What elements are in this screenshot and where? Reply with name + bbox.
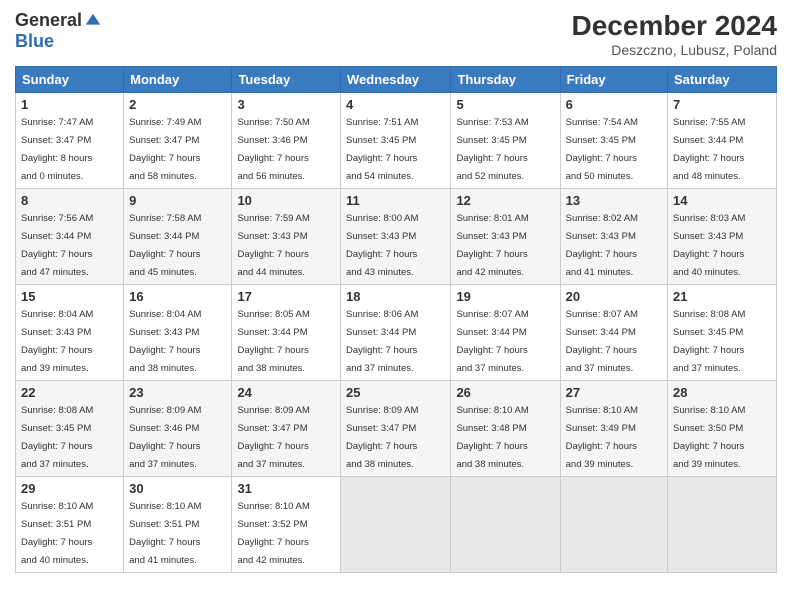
header-monday: Monday <box>124 67 232 93</box>
day-4: 4 Sunrise: 7:51 AMSunset: 3:45 PMDayligh… <box>341 93 451 189</box>
day-21: 21 Sunrise: 8:08 AMSunset: 3:45 PMDaylig… <box>668 285 777 381</box>
location: Deszczno, Lubusz, Poland <box>572 42 777 58</box>
logo-general: General <box>15 10 82 31</box>
empty-cell-1 <box>341 477 451 573</box>
day-29: 29 Sunrise: 8:10 AMSunset: 3:51 PMDaylig… <box>16 477 124 573</box>
day-25: 25 Sunrise: 8:09 AMSunset: 3:47 PMDaylig… <box>341 381 451 477</box>
day-30: 30 Sunrise: 8:10 AMSunset: 3:51 PMDaylig… <box>124 477 232 573</box>
day-15: 15 Sunrise: 8:04 AMSunset: 3:43 PMDaylig… <box>16 285 124 381</box>
day-2: 2 Sunrise: 7:49 AMSunset: 3:47 PMDayligh… <box>124 93 232 189</box>
day-26: 26 Sunrise: 8:10 AMSunset: 3:48 PMDaylig… <box>451 381 560 477</box>
day-27: 27 Sunrise: 8:10 AMSunset: 3:49 PMDaylig… <box>560 381 667 477</box>
day-12: 12 Sunrise: 8:01 AMSunset: 3:43 PMDaylig… <box>451 189 560 285</box>
title-block: December 2024 Deszczno, Lubusz, Poland <box>572 10 777 58</box>
day-16: 16 Sunrise: 8:04 AMSunset: 3:43 PMDaylig… <box>124 285 232 381</box>
day-18: 18 Sunrise: 8:06 AMSunset: 3:44 PMDaylig… <box>341 285 451 381</box>
day-3: 3 Sunrise: 7:50 AMSunset: 3:46 PMDayligh… <box>232 93 341 189</box>
day-22: 22 Sunrise: 8:08 AMSunset: 3:45 PMDaylig… <box>16 381 124 477</box>
empty-cell-3 <box>560 477 667 573</box>
empty-cell-4 <box>668 477 777 573</box>
day-19: 19 Sunrise: 8:07 AMSunset: 3:44 PMDaylig… <box>451 285 560 381</box>
logo-blue: Blue <box>15 31 54 52</box>
day-1: 1 Sunrise: 7:47 AMSunset: 3:47 PMDayligh… <box>16 93 124 189</box>
week-row-2: 8 Sunrise: 7:56 AMSunset: 3:44 PMDayligh… <box>16 189 777 285</box>
header: General Blue December 2024 Deszczno, Lub… <box>15 10 777 58</box>
day-13: 13 Sunrise: 8:02 AMSunset: 3:43 PMDaylig… <box>560 189 667 285</box>
day-20: 20 Sunrise: 8:07 AMSunset: 3:44 PMDaylig… <box>560 285 667 381</box>
header-tuesday: Tuesday <box>232 67 341 93</box>
header-thursday: Thursday <box>451 67 560 93</box>
day-23: 23 Sunrise: 8:09 AMSunset: 3:46 PMDaylig… <box>124 381 232 477</box>
day-8: 8 Sunrise: 7:56 AMSunset: 3:44 PMDayligh… <box>16 189 124 285</box>
day-6: 6 Sunrise: 7:54 AMSunset: 3:45 PMDayligh… <box>560 93 667 189</box>
header-friday: Friday <box>560 67 667 93</box>
day-28: 28 Sunrise: 8:10 AMSunset: 3:50 PMDaylig… <box>668 381 777 477</box>
day-31: 31 Sunrise: 8:10 AMSunset: 3:52 PMDaylig… <box>232 477 341 573</box>
day-5: 5 Sunrise: 7:53 AMSunset: 3:45 PMDayligh… <box>451 93 560 189</box>
header-sunday: Sunday <box>16 67 124 93</box>
day-17: 17 Sunrise: 8:05 AMSunset: 3:44 PMDaylig… <box>232 285 341 381</box>
day-7: 7 Sunrise: 7:55 AMSunset: 3:44 PMDayligh… <box>668 93 777 189</box>
day-14: 14 Sunrise: 8:03 AMSunset: 3:43 PMDaylig… <box>668 189 777 285</box>
header-wednesday: Wednesday <box>341 67 451 93</box>
calendar: Sunday Monday Tuesday Wednesday Thursday… <box>15 66 777 573</box>
week-row-5: 29 Sunrise: 8:10 AMSunset: 3:51 PMDaylig… <box>16 477 777 573</box>
week-row-4: 22 Sunrise: 8:08 AMSunset: 3:45 PMDaylig… <box>16 381 777 477</box>
page: General Blue December 2024 Deszczno, Lub… <box>0 0 792 612</box>
logo-icon <box>84 12 102 30</box>
day-11: 11 Sunrise: 8:00 AMSunset: 3:43 PMDaylig… <box>341 189 451 285</box>
logo: General Blue <box>15 10 102 52</box>
month-title: December 2024 <box>572 10 777 42</box>
empty-cell-2 <box>451 477 560 573</box>
week-row-1: 1 Sunrise: 7:47 AMSunset: 3:47 PMDayligh… <box>16 93 777 189</box>
week-row-3: 15 Sunrise: 8:04 AMSunset: 3:43 PMDaylig… <box>16 285 777 381</box>
weekday-header-row: Sunday Monday Tuesday Wednesday Thursday… <box>16 67 777 93</box>
day-24: 24 Sunrise: 8:09 AMSunset: 3:47 PMDaylig… <box>232 381 341 477</box>
day-9: 9 Sunrise: 7:58 AMSunset: 3:44 PMDayligh… <box>124 189 232 285</box>
day-10: 10 Sunrise: 7:59 AMSunset: 3:43 PMDaylig… <box>232 189 341 285</box>
header-saturday: Saturday <box>668 67 777 93</box>
